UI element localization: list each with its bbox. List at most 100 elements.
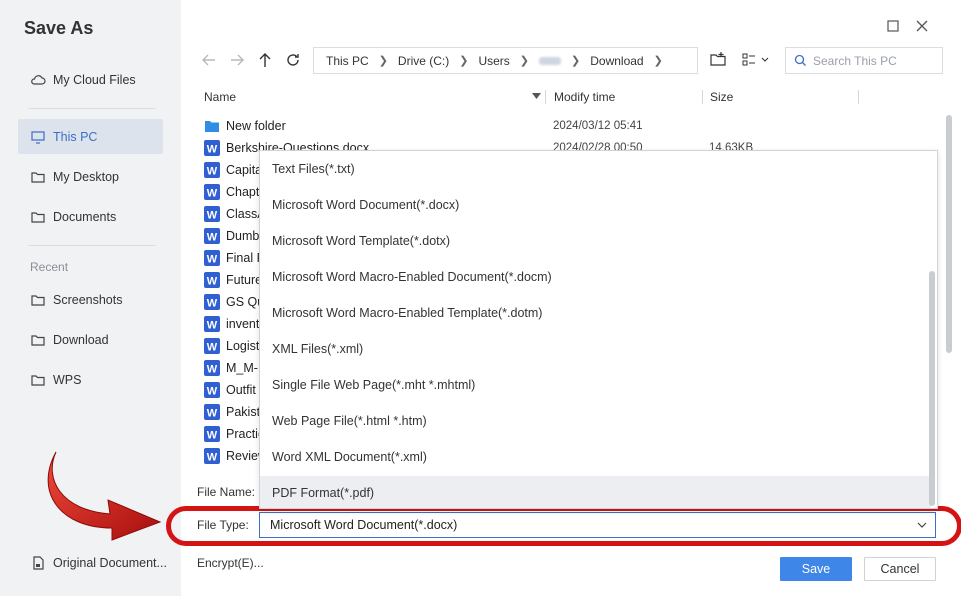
up-arrow-icon[interactable]	[255, 50, 275, 70]
column-header-name[interactable]: Name	[204, 90, 236, 104]
file-type-label: File Type:	[197, 518, 249, 532]
file-type-dropdown-list[interactable]: PDF Format(*.pdf) Word XML Document(*.xml…	[259, 150, 938, 509]
file-type-option[interactable]: Microsoft Word Macro-Enabled Template(*.…	[260, 296, 931, 330]
sidebar-item-documents[interactable]: Documents	[18, 199, 163, 234]
close-icon[interactable]	[913, 17, 931, 35]
breadcrumb-item[interactable]: Download	[590, 54, 643, 68]
word-document-icon: W	[204, 404, 220, 420]
new-folder-icon[interactable]	[708, 50, 728, 70]
sidebar-item-label: This PC	[53, 129, 98, 144]
breadcrumb[interactable]: This PC ❯ Drive (C:) ❯ Users ❯ ❯ Downloa…	[313, 47, 698, 74]
folder-icon	[31, 374, 45, 386]
svg-text:W: W	[207, 408, 218, 420]
word-document-icon: W	[204, 250, 220, 266]
file-type-option[interactable]: Word XML Document(*.xml)	[260, 440, 931, 474]
file-type-option[interactable]: Single File Web Page(*.mht *.mhtml)	[260, 368, 931, 402]
sidebar-divider	[28, 108, 156, 109]
file-type-select[interactable]: Microsoft Word Document(*.docx)	[259, 512, 936, 538]
column-divider[interactable]	[545, 90, 546, 104]
sidebar-item-wps[interactable]: WPS	[18, 362, 163, 397]
original-document-label: Original Document...	[53, 555, 167, 570]
svg-text:W: W	[207, 144, 218, 156]
word-document-icon: W	[204, 448, 220, 464]
folder-icon	[31, 211, 45, 223]
save-button[interactable]: Save	[780, 557, 852, 581]
svg-text:W: W	[207, 364, 218, 376]
sort-desc-icon[interactable]	[532, 93, 541, 99]
svg-text:W: W	[207, 276, 218, 288]
word-document-icon: W	[204, 338, 220, 354]
chevron-right-icon: ❯	[519, 55, 530, 67]
svg-text:W: W	[207, 342, 218, 354]
file-type-option[interactable]: XML Files(*.xml)	[260, 332, 931, 366]
dialog-title: Save As	[24, 18, 94, 38]
sidebar-item-label: My Desktop	[53, 169, 119, 184]
sidebar-item-my-desktop[interactable]: My Desktop	[18, 159, 163, 194]
folder-icon	[31, 171, 45, 183]
forward-arrow-icon[interactable]	[227, 50, 247, 70]
view-options-icon[interactable]	[741, 51, 773, 69]
file-row[interactable]: New folder 2024/03/12 05:41	[204, 115, 944, 137]
breadcrumb-item[interactable]: Users	[478, 54, 509, 68]
chevron-down-icon	[917, 522, 927, 528]
file-type-option[interactable]: Microsoft Word Document(*.docx)	[260, 188, 931, 222]
file-type-option[interactable]: Microsoft Word Template(*.dotx)	[260, 224, 931, 258]
folder-icon	[205, 121, 219, 132]
file-modify-time: 2024/03/12 05:41	[553, 120, 643, 132]
folder-icon	[31, 294, 45, 306]
file-list-scrollbar[interactable]	[946, 115, 952, 353]
search-icon	[794, 54, 806, 66]
svg-text:W: W	[207, 254, 218, 266]
original-document-button[interactable]: Original Document...	[18, 545, 178, 580]
breadcrumb-item[interactable]: This PC	[326, 54, 369, 68]
word-document-icon: W	[204, 184, 220, 200]
word-document-icon: W	[204, 426, 220, 442]
file-type-option[interactable]: PDF Format(*.pdf)	[260, 476, 931, 508]
word-document-icon: W	[204, 316, 220, 332]
column-divider[interactable]	[702, 90, 703, 104]
sidebar-item-this-pc[interactable]: This PC	[18, 119, 163, 154]
svg-text:W: W	[207, 320, 218, 332]
chevron-right-icon: ❯	[571, 55, 581, 67]
svg-text:W: W	[207, 166, 218, 178]
column-header-size[interactable]: Size	[710, 90, 733, 104]
document-icon	[33, 555, 44, 570]
refresh-icon[interactable]	[283, 50, 303, 70]
file-name: New folder	[226, 119, 286, 133]
word-document-icon: W	[204, 140, 220, 156]
search-input[interactable]	[813, 53, 933, 68]
svg-text:W: W	[207, 298, 218, 310]
svg-text:W: W	[207, 452, 218, 464]
chevron-right-icon: ❯	[459, 55, 469, 67]
word-document-icon: W	[204, 360, 220, 376]
file-type-option[interactable]: Web Page File(*.html *.htm)	[260, 404, 931, 438]
file-type-option[interactable]: Microsoft Word Macro-Enabled Document(*.…	[260, 260, 931, 294]
search-box[interactable]	[785, 47, 943, 74]
cancel-button[interactable]: Cancel	[864, 557, 936, 581]
annotation-arrow-icon	[47, 451, 162, 541]
maximize-icon[interactable]	[884, 17, 902, 35]
cloud-icon	[31, 74, 46, 85]
blurred-username[interactable]	[539, 56, 562, 65]
file-type-option[interactable]: Text Files(*.txt)	[260, 152, 931, 186]
sidebar-divider	[28, 245, 156, 246]
file-name-label: File Name:	[197, 485, 256, 499]
dropdown-scrollbar[interactable]	[929, 271, 935, 506]
sidebar-item-download[interactable]: Download	[18, 322, 163, 357]
encrypt-button[interactable]: Encrypt(E)...	[197, 556, 264, 570]
sidebar-item-my-cloud-files[interactable]: My Cloud Files	[18, 62, 163, 97]
file-type-value: Microsoft Word Document(*.docx)	[270, 518, 458, 532]
word-document-icon: W	[204, 206, 220, 222]
word-document-icon: W	[204, 272, 220, 288]
word-document-icon: W	[204, 294, 220, 310]
word-document-icon: W	[204, 162, 220, 178]
back-arrow-icon[interactable]	[199, 50, 219, 70]
breadcrumb-item[interactable]: Drive (C:)	[398, 54, 449, 68]
column-header-modify-time[interactable]: Modify time	[554, 90, 615, 104]
sidebar-item-label: My Cloud Files	[53, 72, 136, 87]
sidebar-item-screenshots[interactable]: Screenshots	[18, 282, 163, 317]
sidebar-item-label: Screenshots	[53, 292, 123, 307]
column-divider[interactable]	[858, 90, 859, 104]
svg-text:W: W	[207, 386, 218, 398]
sidebar-item-label: WPS	[53, 372, 82, 387]
